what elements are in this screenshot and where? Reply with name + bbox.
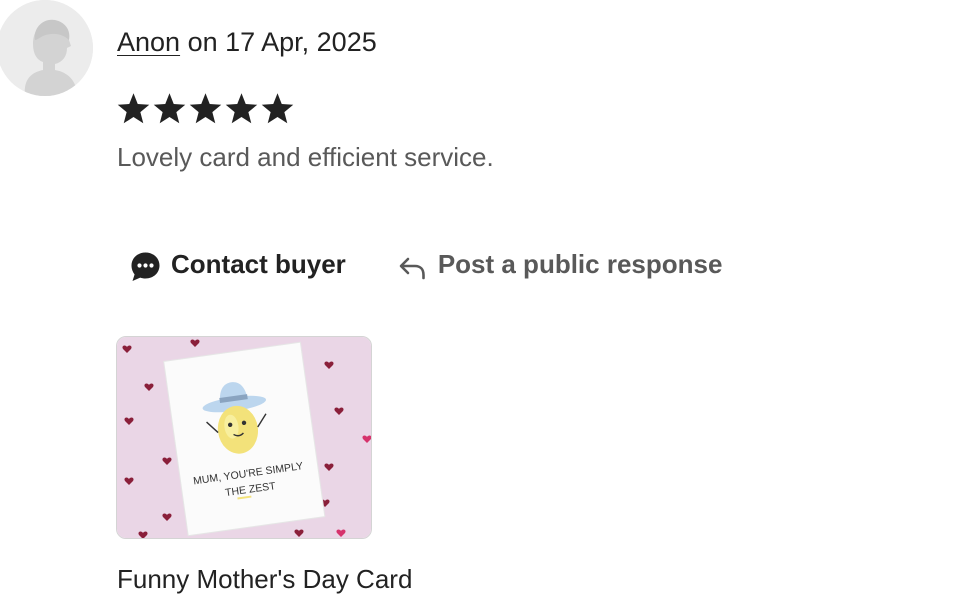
star-icon	[117, 93, 150, 124]
speech-bubble-icon	[131, 252, 160, 281]
contact-buyer-button[interactable]: Contact buyer	[130, 245, 346, 283]
avatar-silhouette-icon	[0, 0, 93, 96]
review-meta: Anon on 17 Apr, 2025	[117, 25, 377, 59]
review-text: Lovely card and efficient service.	[117, 142, 494, 172]
review-card: Anon on 17 Apr, 2025 Lovely card and eff…	[0, 0, 972, 602]
review-actions: Contact buyer Post a public response	[130, 244, 722, 284]
reply-arrow-icon	[399, 257, 425, 280]
post-public-response-button[interactable]: Post a public response	[398, 248, 723, 280]
star-icon	[225, 93, 258, 124]
review-date: on 17 Apr, 2025	[180, 27, 377, 57]
star-icon	[189, 93, 222, 124]
star-icon	[153, 93, 186, 124]
star-icon	[261, 93, 294, 124]
product-thumbnail[interactable]: MUM, YOU'RE SIMPLY THE ZEST	[116, 336, 372, 539]
contact-buyer-label: Contact buyer	[171, 248, 346, 279]
product-title-link[interactable]: Funny Mother's Day Card	[117, 563, 412, 595]
post-public-response-label: Post a public response	[437, 248, 723, 279]
product-image: MUM, YOU'RE SIMPLY THE ZEST	[117, 337, 371, 538]
author-link[interactable]: Anon	[117, 27, 180, 57]
star-rating	[116, 91, 295, 127]
avatar[interactable]	[0, 0, 93, 96]
